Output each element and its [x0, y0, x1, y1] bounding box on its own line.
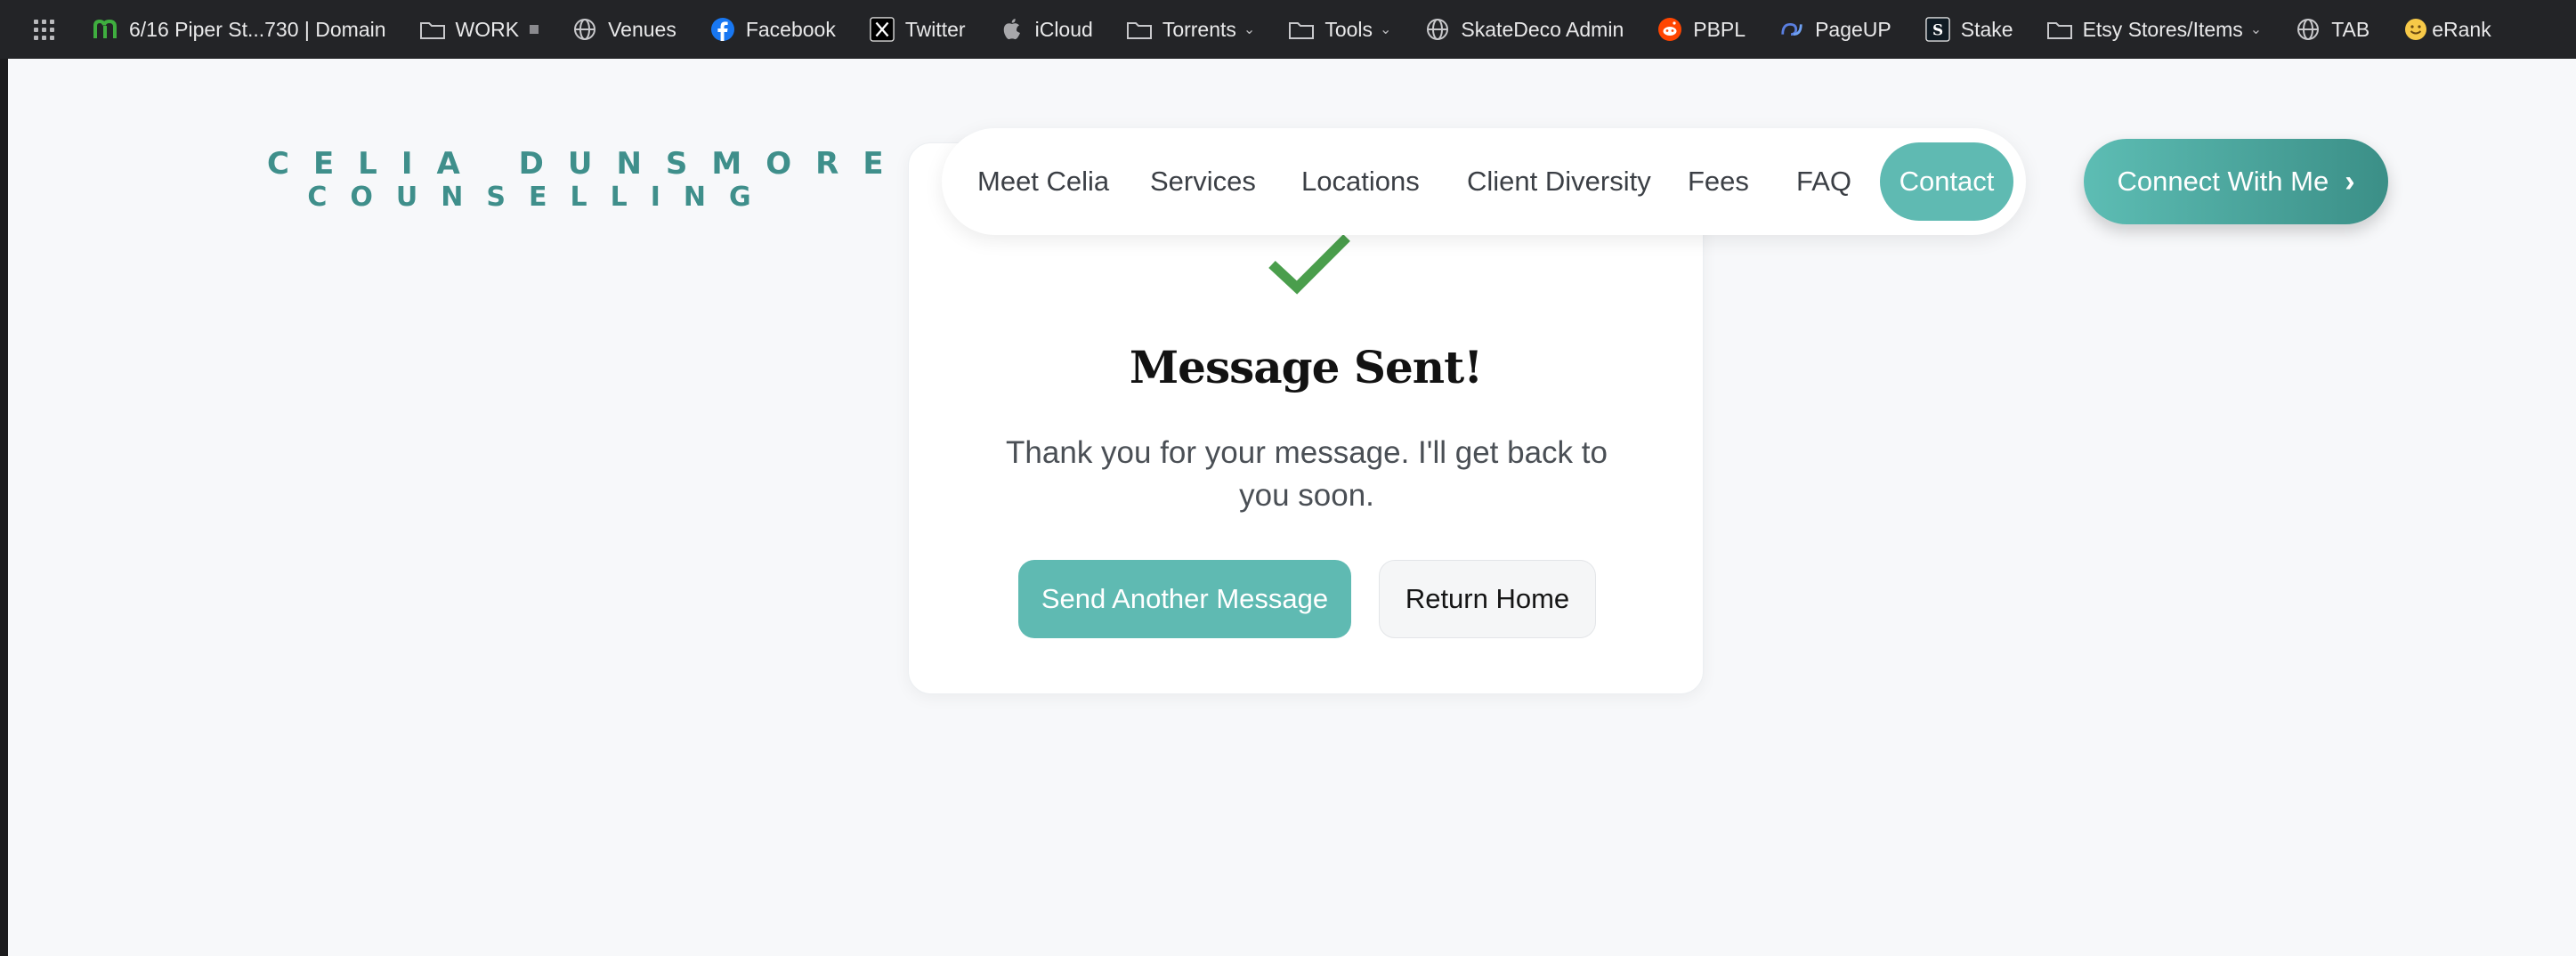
bookmark-work[interactable]: WORK — [419, 17, 539, 42]
bookmark-label: eRank — [2432, 17, 2491, 41]
connect-label: Connect With Me — [2117, 166, 2329, 197]
logo-line-counselling: COUNSELLING — [307, 182, 774, 213]
pageup-icon — [1779, 17, 1804, 42]
bookmark-pageup[interactable]: PageUP — [1779, 17, 1891, 42]
stake-icon: S — [1924, 17, 1950, 42]
facebook-icon — [710, 17, 735, 42]
bookmark-label: Facebook — [745, 17, 836, 41]
bookmark-label: PageUP — [1815, 17, 1891, 41]
svg-text:S: S — [1932, 21, 1943, 39]
bookmark-label: TAB — [2331, 17, 2370, 41]
folder-icon — [2046, 17, 2072, 42]
chevron-right-icon: › — [2345, 164, 2355, 198]
bookmark-domain[interactable]: 6/16 Piper St...730 | Domain — [93, 17, 386, 42]
bookmark-venues[interactable]: Venues — [572, 17, 676, 42]
bookmark-label: 6/16 Piper St...730 | Domain — [129, 17, 386, 41]
logo-line-name: CELIA DUNSMORE — [267, 146, 908, 182]
smiley-icon — [2403, 17, 2428, 42]
nav-item-client-diversity[interactable]: Client Diversity — [1467, 128, 1651, 235]
bookmark-tools[interactable]: Tools ⌄ — [1289, 17, 1391, 42]
bookmark-label: iCloud — [1034, 17, 1093, 41]
bookmark-facebook[interactable]: Facebook — [710, 17, 836, 42]
bookmark-tab[interactable]: TAB — [2296, 17, 2369, 42]
chevron-down-icon: ⌄ — [1380, 22, 1392, 37]
return-home-button[interactable]: Return Home — [1379, 560, 1596, 638]
nav-item-meet-celia[interactable]: Meet Celia — [977, 128, 1109, 235]
window-edge — [0, 59, 8, 956]
nav-item-contact[interactable]: Contact — [1880, 142, 2013, 221]
reddit-icon — [1657, 17, 1682, 42]
bookmark-erank[interactable]: eRank — [2403, 17, 2491, 42]
site-logo[interactable]: CELIA DUNSMORE COUNSELLING — [267, 146, 908, 214]
bookmark-label: Venues — [608, 17, 676, 41]
bookmark-label: WORK — [455, 17, 520, 41]
folder-icon — [1126, 17, 1152, 42]
bookmark-icloud[interactable]: iCloud — [1000, 17, 1093, 42]
folder-icon — [419, 17, 445, 42]
chevron-down-icon: ⌄ — [2249, 22, 2263, 37]
globe-icon — [572, 17, 597, 42]
nav-item-fees[interactable]: Fees — [1688, 128, 1749, 235]
main-nav: Meet Celia Services Locations Client Div… — [942, 128, 2026, 235]
connect-with-me-button[interactable]: Connect With Me › — [2084, 139, 2388, 224]
nav-item-faq[interactable]: FAQ — [1796, 128, 1851, 235]
square-icon — [530, 25, 539, 34]
domain-m-icon — [93, 17, 118, 42]
bookmark-label: Twitter — [904, 17, 966, 41]
apps-grid-icon[interactable] — [34, 19, 54, 40]
bookmark-label: Tools — [1324, 17, 1373, 41]
apple-icon — [1000, 17, 1025, 42]
bookmark-label: Stake — [1960, 17, 2013, 41]
x-icon — [870, 17, 895, 42]
bookmark-label: Etsy Stores/Items — [2082, 17, 2243, 41]
send-another-message-button[interactable]: Send Another Message — [1018, 560, 1351, 638]
card-message: Thank you for your message. I'll get bac… — [1006, 435, 1608, 513]
bookmark-label: PBPL — [1693, 17, 1746, 41]
bookmarks-bar: 6/16 Piper St...730 | Domain WORK Venues… — [0, 0, 2576, 59]
globe-icon — [1425, 17, 1450, 42]
bookmark-skatedeco-admin[interactable]: SkateDeco Admin — [1425, 17, 1624, 42]
folder-icon — [1289, 17, 1315, 42]
bookmark-pbpl[interactable]: PBPL — [1657, 17, 1746, 42]
chevron-down-icon: ⌄ — [1243, 22, 1256, 37]
bookmark-torrents[interactable]: Torrents ⌄ — [1126, 17, 1256, 42]
bookmark-label: SkateDeco Admin — [1461, 17, 1624, 41]
checkmark-icon — [1268, 234, 1350, 295]
bookmark-label: Torrents — [1162, 17, 1236, 41]
nav-item-locations[interactable]: Locations — [1301, 128, 1420, 235]
bookmark-stake[interactable]: S Stake — [1924, 17, 2013, 42]
globe-icon — [2296, 17, 2321, 42]
card-title: Message Sent! — [1129, 341, 1483, 393]
bookmark-twitter[interactable]: Twitter — [870, 17, 966, 42]
nav-item-services[interactable]: Services — [1150, 128, 1256, 235]
bookmark-etsy-stores[interactable]: Etsy Stores/Items ⌄ — [2046, 17, 2263, 42]
